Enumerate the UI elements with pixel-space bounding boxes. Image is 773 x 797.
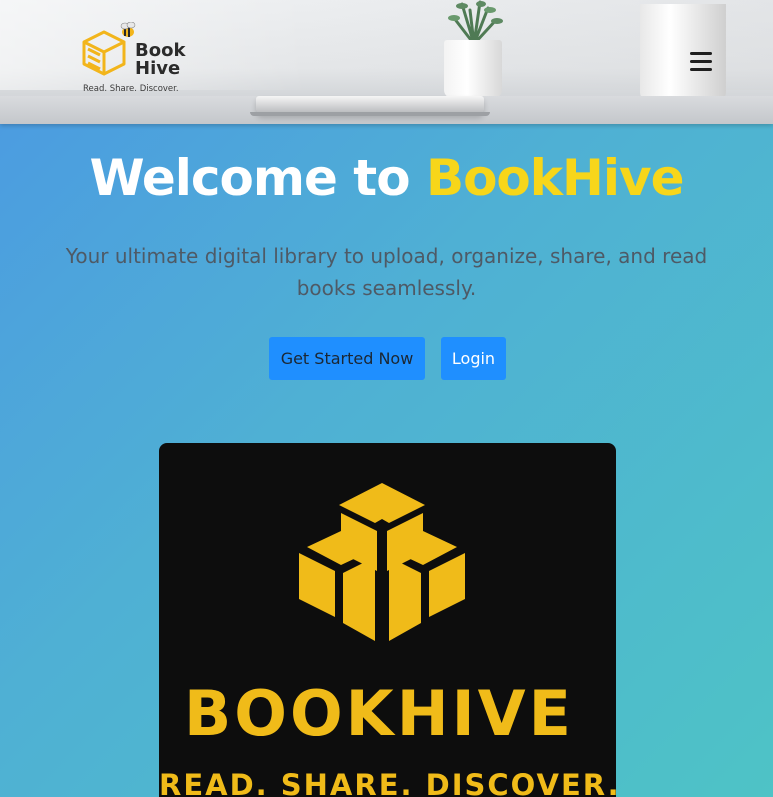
login-button[interactable]: Login xyxy=(441,337,506,380)
brand-card-tagline: READ. SHARE. DISCOVER. xyxy=(159,768,616,797)
hamburger-menu-icon[interactable] xyxy=(690,52,714,74)
logo-name-line2: Hive xyxy=(135,58,181,79)
hero-title-brand: BookHive xyxy=(425,149,685,207)
book-cube-bee-icon xyxy=(82,22,136,76)
book-cube-icon xyxy=(299,483,465,641)
menu-bar xyxy=(690,60,712,63)
site-logo[interactable]: Book Hive Read. Share. Discover. xyxy=(80,22,190,98)
brand-card: BOOKHIVE READ. SHARE. DISCOVER. xyxy=(159,443,616,797)
menu-bar xyxy=(690,52,712,55)
hero-title: Welcome to BookHive xyxy=(0,148,773,208)
laptop-edge-decoration xyxy=(250,112,490,116)
menu-bar xyxy=(690,68,712,71)
landing-page: Book Hive Read. Share. Discover. Welcome… xyxy=(0,0,773,797)
hero-title-prefix: Welcome to xyxy=(89,149,426,207)
bee-icon xyxy=(120,22,136,37)
logo-tagline: Read. Share. Discover. xyxy=(83,84,179,94)
header: Book Hive Read. Share. Discover. xyxy=(0,0,773,124)
plant-pot-decoration xyxy=(444,40,502,98)
brand-card-name: BOOKHIVE xyxy=(183,677,574,750)
get-started-button[interactable]: Get Started Now xyxy=(269,337,425,380)
hero-subtitle: Your ultimate digital library to upload,… xyxy=(65,244,708,300)
